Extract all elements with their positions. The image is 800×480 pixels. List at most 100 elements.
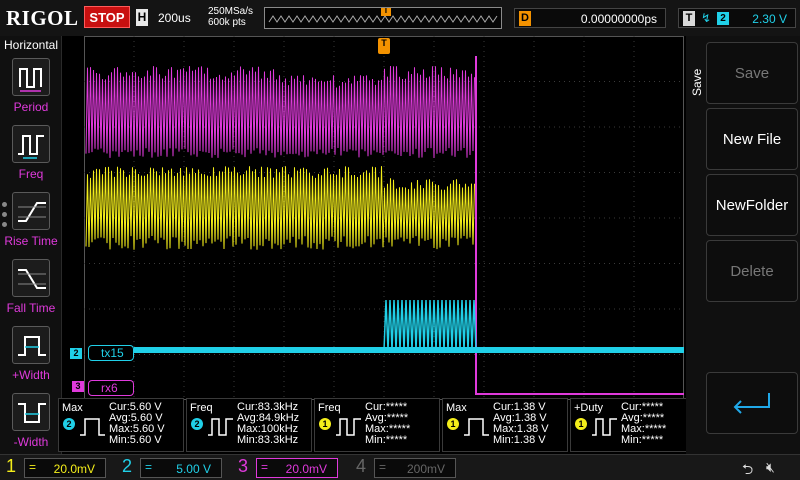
delay-display[interactable]: D 0.00000000ps [514,8,666,28]
memory-overview[interactable]: T [264,7,502,29]
trigger-source: 2 [717,12,729,25]
channel-number: 1 [6,456,17,476]
enter-button[interactable] [706,372,798,434]
save-button[interactable]: Save [706,42,798,104]
fall-time-label: Fall Time [6,301,56,315]
channel-3-button[interactable]: 3 = 20.0mV [232,455,350,480]
coupling-indicator: = [29,460,37,474]
save-menu: Save Save New File NewFolder Delete [686,36,800,454]
measurement-panel: Max 2 Cur:5.60 V Avg:5.60 V Max:5.60 V Min:… [58,398,700,454]
measure-frequency[interactable]: Freq [0,125,62,189]
speaker-muted-icon[interactable]: 🔇︎ [766,459,775,476]
channel-2-bus-band [134,347,684,353]
top-status-bar: RIGOL STOP H 200us 250MSa/s 600k pts T D… [0,0,800,36]
waveform-canvas [84,36,684,400]
measurement-channel: 1 [575,418,587,430]
measure-rise-time[interactable]: Rise Time [0,192,62,256]
measure-fall-time[interactable]: Fall Time [0,259,62,323]
coupling-indicator: = [379,460,387,474]
channel-4-button[interactable]: 4 = 200mV [350,455,466,480]
brand-logo: RIGOL [6,6,79,30]
menu-title: Horizontal [3,38,59,52]
horizontal-measure-menu: Horizontal Period Freq Rise Time Fall Ti… [0,36,62,454]
positive-width-label: +Width [12,368,50,382]
channel-1-button[interactable]: 1 = 20.0mV [0,455,116,480]
measurement-item[interactable]: Max 1 Cur:1.38 V Avg:1.38 V Max:1.38 V Min:… [442,398,568,452]
vertical-scale: 200mV [406,462,445,476]
measure-period[interactable]: Period [0,58,62,122]
measurement-name: Max [62,402,83,414]
max-icon [464,418,489,436]
measurement-name: Freq [318,402,341,414]
measurement-item[interactable]: Max 2 Cur:5.60 V Avg:5.60 V Max:5.60 V Min:… [58,398,184,452]
trigger-position-marker[interactable]: T [378,38,390,54]
channel-2-trace [134,299,684,351]
waveform-display[interactable] [84,36,684,400]
measurement-item[interactable]: +Duty 1 Cur:***** Avg:***** Max:***** Min:*… [570,398,696,452]
negative-width-label: -Width [13,435,49,449]
measure-negative-width[interactable]: -Width [0,393,62,457]
frequency-icon [12,125,50,163]
delete-button[interactable]: Delete [706,240,798,302]
channel-number: 2 [122,456,133,476]
run-stop-button[interactable]: STOP [84,6,130,28]
measurement-channel: 1 [319,418,331,430]
frequency-icon [208,418,233,436]
measure-positive-width[interactable]: +Width [0,326,62,390]
rise-time-icon [12,192,50,230]
channel-settings: = 5.00 V [140,458,222,478]
measurement-values: Cur:1.38 V Avg:1.38 V Max:1.38 V Min:1.38 V [493,401,549,446]
menu-title: Save [690,68,704,96]
bus-label-tx: tx15 [88,345,134,361]
new-folder-button[interactable]: NewFolder [706,174,798,236]
vertical-scale: 20.0mV [53,462,95,476]
trigger-level: 2.30 V [752,12,787,26]
sample-rate: 250MSa/s [208,6,254,17]
measurement-values: Cur:***** Avg:***** Max:***** Min:***** [365,401,411,446]
new-file-button[interactable]: New File [706,108,798,170]
max-icon [80,418,105,436]
channel-2-marker[interactable]: 2 [70,348,82,359]
memory-trigger-marker: T [381,8,391,16]
measurement-channel: 1 [447,418,459,430]
channel-3-trace [85,65,475,159]
measurement-values: Cur:***** Avg:***** Max:***** Min:***** [621,401,667,446]
measurement-item[interactable]: Freq 1 Cur:***** Avg:***** Max:***** Min:**… [314,398,440,452]
coupling-indicator: = [261,460,269,474]
channel-settings: = 200mV [374,458,456,478]
timebase-value[interactable]: 200us [158,11,191,25]
enter-arrow-icon [733,393,770,414]
positive-width-icon [12,326,50,364]
channel-number: 3 [238,456,249,476]
coupling-indicator: = [145,460,153,474]
period-label: Period [13,100,49,114]
measurement-values: Cur:83.3kHz Avg:84.9kHz Max:100kHz Min:83.3… [237,401,300,446]
channel-settings: = 20.0mV [24,458,106,478]
measurement-name: Freq [190,402,213,414]
channel-3-marker[interactable]: 3 [72,381,84,392]
measurement-name: Max [446,402,467,414]
vertical-scale: 5.00 V [176,462,211,476]
measurement-channel: 2 [63,418,75,430]
vertical-scale: 20.0mV [285,462,327,476]
positive-duty-icon [592,418,617,436]
acquisition-info: 250MSa/s 600k pts [208,6,253,28]
measurement-values: Cur:5.60 V Avg:5.60 V Max:5.60 V Min:5.60 V [109,401,165,446]
measurement-channel: 2 [191,418,203,430]
channel-3-trace-tail [475,56,684,395]
measurement-name: +Duty [574,402,604,414]
channel-2-button[interactable]: 2 = 5.00 V [116,455,232,480]
channel-number: 4 [356,456,367,476]
rise-time-label: Rise Time [4,234,58,248]
trigger-display[interactable]: T ↯ 2 2.30 V [678,8,796,28]
measurement-item[interactable]: Freq 2 Cur:83.3kHz Avg:84.9kHz Max:100kHz M… [186,398,312,452]
rising-edge-icon: ↯ [701,11,712,25]
memory-depth: 600k pts [208,17,246,28]
trigger-label: T [683,11,695,26]
negative-width-icon [12,393,50,431]
delay-label: D [519,11,531,26]
delay-value: 0.00000000ps [580,12,657,26]
channel-1-trace [85,166,475,250]
channel-settings: = 20.0mV [256,458,338,478]
bus-label-rx: rx6 [88,380,134,396]
